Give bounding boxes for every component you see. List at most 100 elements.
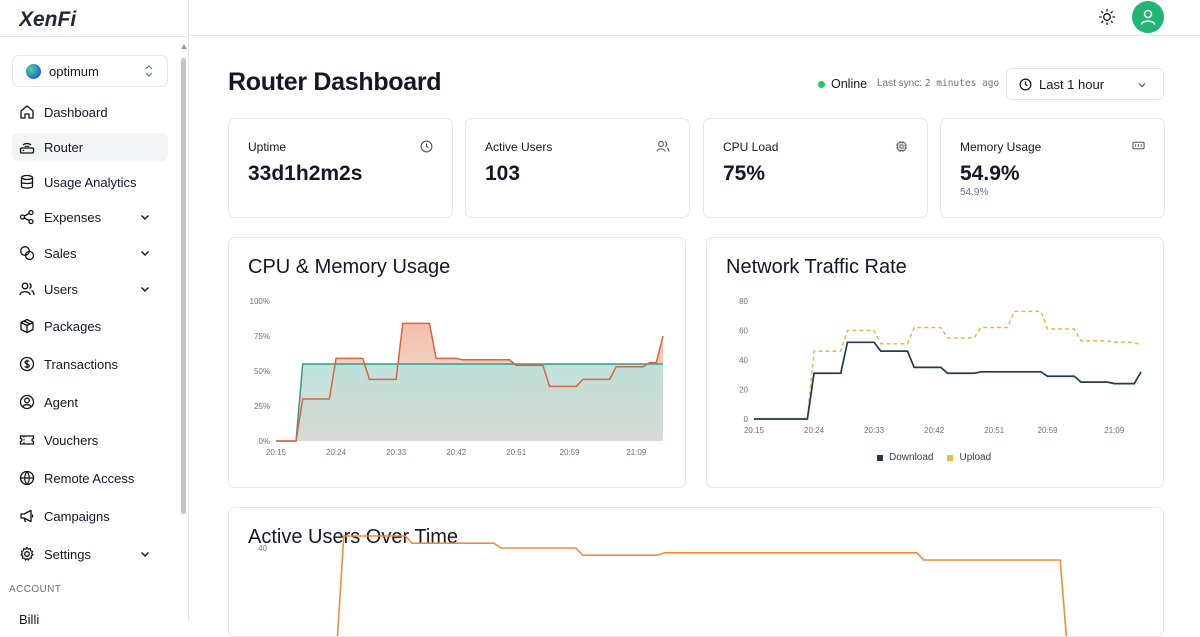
globe-icon <box>19 470 35 486</box>
xenfi-logo[interactable]: XenFi <box>19 4 87 34</box>
sidebar-item-label: Settings <box>44 546 91 562</box>
chevron-down-icon <box>1138 83 1146 88</box>
gear-icon <box>20 546 34 561</box>
sidebar-item-label: Billi <box>19 612 40 627</box>
sync-label: Last sync: <box>877 78 923 89</box>
y-tick-label: 60 <box>739 327 748 336</box>
sidebar-item-sales[interactable]: Sales <box>12 239 168 267</box>
org-name: optimum <box>49 63 99 79</box>
sun-icon[interactable] <box>1098 8 1116 26</box>
active-users-chart-card: Active Users Over Time 40 <box>228 507 1164 637</box>
stat-card-uptime: Uptime 33d1h2m2s <box>228 118 453 218</box>
sidebar-item-label: Transactions <box>44 356 118 372</box>
share-nodes-icon <box>19 209 34 225</box>
sidebar-item-label: Sales <box>44 245 77 261</box>
sidebar-scrollbar[interactable] <box>181 58 186 514</box>
sidebar-item-settings[interactable]: Settings <box>12 540 168 568</box>
time-range-select[interactable]: Last 1 hour <box>1006 68 1164 100</box>
database-icon <box>20 174 34 189</box>
sidebar-item-campaigns[interactable]: Campaigns <box>12 502 168 530</box>
sidebar-item-label: Agent <box>44 394 78 410</box>
router-icon <box>19 142 35 154</box>
time-range-value: Last 1 hour <box>1039 76 1105 92</box>
legend-swatch <box>877 454 883 461</box>
stat-label: Active Users <box>485 140 553 154</box>
home-icon <box>20 105 34 119</box>
legend-item-download[interactable]: Download <box>877 452 933 463</box>
x-tick-label: 20:59 <box>560 448 581 457</box>
status-indicator: Online <box>818 77 867 91</box>
sidebar-item-label: Packages <box>44 318 102 334</box>
users-icon <box>656 141 670 152</box>
sidebar-item-users[interactable]: Users <box>12 275 168 303</box>
x-tick-label: 20:51 <box>984 426 1005 435</box>
x-tick-label: 20:59 <box>1038 426 1059 435</box>
stat-subvalue: 54.9% <box>960 187 989 198</box>
y-tick-label: 75% <box>254 332 270 341</box>
sidebar-item-usage-analytics[interactable]: Usage Analytics <box>12 168 168 196</box>
x-tick-label: 20:15 <box>744 426 765 435</box>
sync-value: 2 minutes ago <box>924 78 1000 89</box>
user-circle-icon <box>19 394 35 410</box>
y-tick-label: 40 <box>258 544 267 553</box>
org-globe-icon <box>26 63 41 79</box>
chevron-down-icon[interactable] <box>139 283 151 295</box>
stat-value: 54.9% <box>960 162 1020 185</box>
sidebar-item-router[interactable]: Router <box>12 133 168 161</box>
sidebar-item-vouchers[interactable]: Vouchers <box>12 426 168 454</box>
sidebar-item-billing[interactable]: Billi <box>19 612 39 627</box>
sidebar-item-label: Dashboard <box>44 104 108 120</box>
logo-mark: XenFi <box>19 8 77 31</box>
stat-label: Memory Usage <box>960 140 1042 154</box>
sidebar-item-dashboard[interactable]: Dashboard <box>12 98 168 126</box>
x-tick-label: 20:15 <box>266 448 287 457</box>
sidebar: XenFi optimum Dashboard Router Usage Analy… <box>0 0 189 627</box>
sidebar-item-transactions[interactable]: Transactions <box>12 350 168 378</box>
org-selector[interactable]: optimum <box>12 55 168 87</box>
sidebar-item-agent[interactable]: Agent <box>12 388 168 416</box>
y-tick-label: 80 <box>739 297 748 306</box>
network-traffic-chart: 0 20 40 60 80 20:15 20:24 20:33 20:42 20:51 20:59 2… <box>739 297 1142 435</box>
network-traffic-chart-card: Network Traffic Rate 0 20 40 60 80 20:15 20:24… <box>706 237 1164 488</box>
sidebar-item-expenses[interactable]: Expenses <box>12 203 168 231</box>
stat-value: 75% <box>723 162 766 185</box>
sidebar-item-packages[interactable]: Packages <box>12 312 168 340</box>
chart-legend: Download Upload <box>877 452 991 463</box>
legend-swatch <box>947 454 954 461</box>
section-label-account: ACCOUNT <box>9 584 62 595</box>
cpu-icon <box>895 140 908 153</box>
last-sync: Last sync: 2 minutes ago <box>877 78 999 89</box>
page-title: Router Dashboard <box>228 68 442 96</box>
memory-area <box>276 364 663 441</box>
x-tick-label: 20:24 <box>804 426 825 435</box>
clock-icon <box>420 140 433 153</box>
sidebar-item-label: Router <box>44 139 84 155</box>
active-users-chart: 40 <box>258 535 1068 636</box>
x-tick-label: 20:33 <box>386 448 407 457</box>
ticket-icon <box>19 435 35 445</box>
stat-value: 33d1h2m2s <box>248 162 363 185</box>
memory-icon <box>1132 141 1145 150</box>
stat-card-memory-usage: Memory Usage 54.9% 54.9% <box>940 118 1165 218</box>
cpu-memory-chart: 0% 25% 50% 75% 100% 20:15 20:24 20:33 20:42 20:51… <box>250 297 664 457</box>
chevron-down-icon[interactable] <box>139 211 151 223</box>
chevron-down-icon[interactable] <box>139 247 151 259</box>
sidebar-item-label: Campaigns <box>44 508 110 524</box>
x-tick-label: 20:42 <box>446 448 467 457</box>
sidebar-item-label: Users <box>44 281 78 297</box>
legend-item-upload[interactable]: Upload <box>947 452 991 463</box>
x-tick-label: 20:24 <box>326 448 347 457</box>
svg-text:XenFi: XenFi <box>19 8 77 31</box>
sidebar-item-label: Remote Access <box>44 470 135 486</box>
sidebar-item-label: Expenses <box>44 209 102 225</box>
sidebar-item-label: Usage Analytics <box>44 174 137 190</box>
scrollbar-up-arrow[interactable] <box>181 44 187 49</box>
x-tick-label: 21:09 <box>626 448 647 457</box>
chevron-down-icon[interactable] <box>139 548 151 560</box>
user-avatar[interactable] <box>1132 1 1164 33</box>
stat-value: 103 <box>485 162 521 185</box>
active-users-line <box>336 535 1068 636</box>
y-tick-label: 40 <box>739 356 748 365</box>
sidebar-item-remote-access[interactable]: Remote Access <box>12 464 168 492</box>
y-tick-label: 0 <box>744 415 749 424</box>
